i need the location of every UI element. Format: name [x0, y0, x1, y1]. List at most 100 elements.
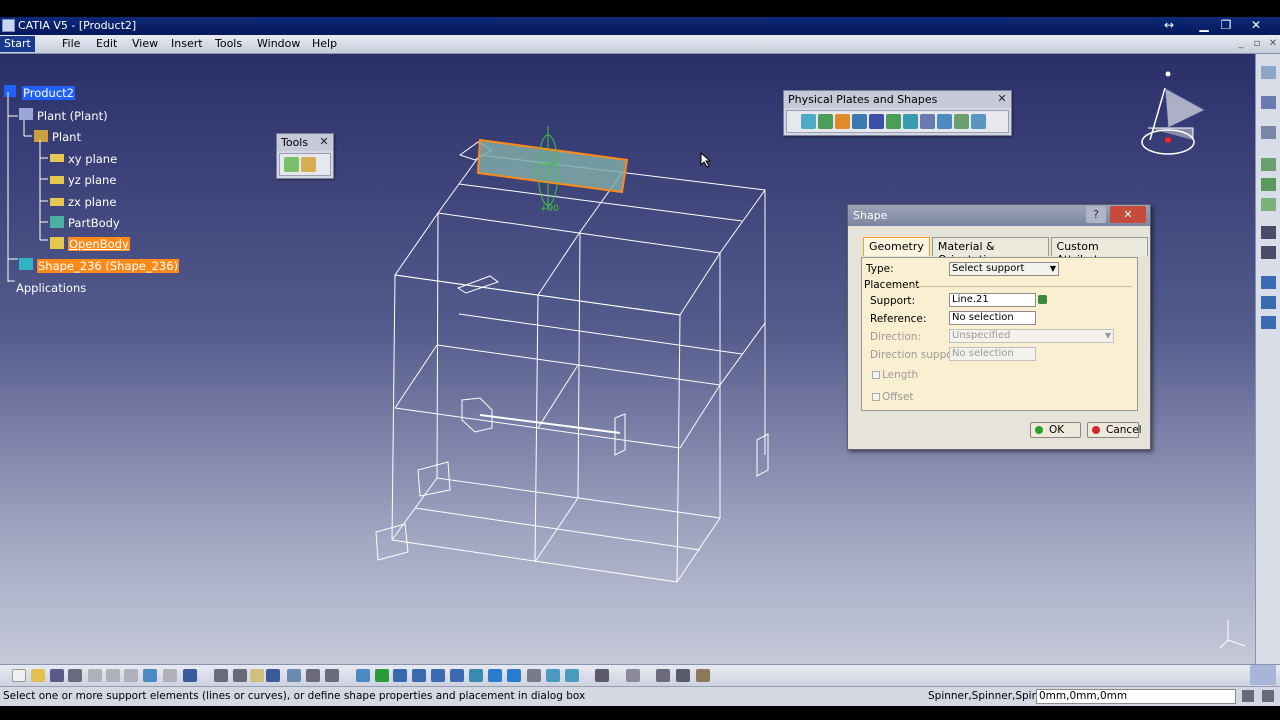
menu-edit[interactable]: Edit: [96, 37, 117, 50]
catia-app-icon[interactable]: [2, 19, 15, 32]
slot-icon[interactable]: [903, 114, 918, 129]
reference-field[interactable]: No selection: [949, 311, 1036, 325]
mirror-icon[interactable]: [954, 114, 969, 129]
doc-restore-button[interactable]: ▫: [1250, 37, 1264, 51]
physical-plates-toolbar-close-icon[interactable]: ✕: [996, 93, 1008, 105]
connect-icon[interactable]: [937, 114, 952, 129]
command-input[interactable]: 0mm,0mm,0mm: [1036, 689, 1236, 704]
whats-this-icon[interactable]: [183, 669, 197, 682]
knowledge-icon[interactable]: [250, 669, 264, 682]
clash-icon[interactable]: [306, 669, 320, 682]
transform-icon[interactable]: [971, 114, 986, 129]
command-options-icon[interactable]: [1242, 690, 1254, 702]
cut-icon[interactable]: [88, 669, 102, 682]
snap-tool-icon[interactable]: [301, 157, 316, 172]
open-folder-icon[interactable]: [31, 669, 45, 682]
doc-minimize-button[interactable]: _: [1234, 37, 1248, 51]
restore-arrows-icon[interactable]: ↔: [1160, 18, 1178, 33]
close-button[interactable]: ✕: [1247, 18, 1265, 33]
tab-custom-attributes[interactable]: Custom Attributes: [1050, 237, 1148, 266]
menu-insert[interactable]: Insert: [171, 37, 203, 50]
snapshot-icon[interactable]: [565, 669, 579, 682]
stiffener-icon[interactable]: [852, 114, 867, 129]
comment-icon[interactable]: [233, 669, 247, 682]
tools-toolbar-header[interactable]: Tools ✕: [277, 134, 333, 151]
doc-close-button[interactable]: ✕: [1266, 37, 1280, 51]
fly-mode-icon[interactable]: [356, 669, 370, 682]
point-tool-icon[interactable]: [1261, 198, 1276, 211]
cancel-button[interactable]: Cancel: [1087, 422, 1142, 438]
camera-icon[interactable]: [595, 669, 609, 682]
menu-view[interactable]: View: [132, 37, 158, 50]
support-field[interactable]: Line.21: [949, 293, 1036, 307]
swap-space-icon[interactable]: [546, 669, 560, 682]
grid-tool-icon[interactable]: [284, 157, 299, 172]
save-icon[interactable]: [50, 669, 64, 682]
menu-help[interactable]: Help: [312, 37, 337, 50]
analysis-icon[interactable]: [325, 669, 339, 682]
dialog-close-button[interactable]: ✕: [1110, 206, 1146, 223]
shape-dialog-titlebar[interactable]: Shape ? ✕: [848, 205, 1150, 226]
rotate-tool-icon[interactable]: [1261, 296, 1276, 309]
measure-icon[interactable]: [1261, 126, 1276, 139]
redo-icon[interactable]: [163, 669, 177, 682]
manipulate-icon[interactable]: [656, 669, 670, 682]
rotate-icon[interactable]: [412, 669, 426, 682]
help-button[interactable]: ?: [1086, 206, 1106, 223]
view-tool-icon[interactable]: [1261, 276, 1276, 289]
shape-beam-icon[interactable]: [835, 114, 850, 129]
menu-start[interactable]: Start: [0, 36, 35, 52]
maximize-button[interactable]: ❐: [1217, 18, 1235, 33]
wall-icon[interactable]: [818, 114, 833, 129]
command-history-icon[interactable]: [1262, 690, 1274, 702]
zoom-out-icon[interactable]: [450, 669, 464, 682]
tab-geometry[interactable]: Geometry: [863, 237, 930, 256]
plate-icon[interactable]: [801, 114, 816, 129]
line-tool-icon[interactable]: [1261, 178, 1276, 191]
table-icon[interactable]: [266, 669, 280, 682]
print-icon[interactable]: [68, 669, 82, 682]
weight-icon[interactable]: [696, 669, 710, 682]
new-file-icon[interactable]: [12, 669, 26, 682]
save-tool-icon[interactable]: [1261, 226, 1276, 239]
physical-plates-toolbar-header[interactable]: Physical Plates and Shapes ✕: [784, 91, 1011, 108]
tree-node-yz-plane[interactable]: yz plane: [68, 173, 116, 187]
pan-icon[interactable]: [393, 669, 407, 682]
select-arrow-icon[interactable]: [1261, 96, 1276, 109]
disk-tool-icon[interactable]: [1261, 246, 1276, 259]
menu-window[interactable]: Window: [257, 37, 300, 50]
physical-plates-toolbar[interactable]: Physical Plates and Shapes ✕: [783, 90, 1012, 136]
compass-tool-icon[interactable]: [676, 669, 690, 682]
catalog-icon[interactable]: [287, 669, 301, 682]
member-icon[interactable]: [869, 114, 884, 129]
tree-node-zx-plane[interactable]: zx plane: [68, 195, 116, 209]
zoom-in-icon[interactable]: [431, 669, 445, 682]
render-style-icon[interactable]: [507, 669, 521, 682]
minimize-button[interactable]: ▁: [1195, 18, 1213, 33]
formula-icon[interactable]: [214, 669, 228, 682]
tree-node-xy-plane[interactable]: xy plane: [68, 152, 117, 166]
undo-icon[interactable]: [143, 669, 157, 682]
ok-button[interactable]: OK: [1030, 422, 1081, 438]
tree-node-openbody[interactable]: OpenBody: [68, 237, 130, 251]
menu-file[interactable]: File: [62, 37, 80, 50]
tools-toolbar-close-icon[interactable]: ✕: [318, 136, 330, 148]
zoom-tool-icon[interactable]: [1261, 316, 1276, 329]
normal-view-icon[interactable]: [469, 669, 483, 682]
tree-node-partbody[interactable]: PartBody: [68, 216, 120, 230]
hide-show-icon[interactable]: [527, 669, 541, 682]
menu-tools[interactable]: Tools: [215, 37, 242, 50]
split-icon[interactable]: [920, 114, 935, 129]
type-select[interactable]: Select support ▼: [949, 262, 1059, 276]
paste-icon[interactable]: [124, 669, 138, 682]
tree-label-openbody[interactable]: OpenBody: [68, 237, 130, 251]
support-pick-icon[interactable]: [1038, 295, 1047, 304]
iso-view-icon[interactable]: [488, 669, 502, 682]
copy-icon[interactable]: [106, 669, 120, 682]
plane-tool-icon[interactable]: [1261, 158, 1276, 171]
sketch-icon[interactable]: [1261, 66, 1276, 79]
tab-material-orientation[interactable]: Material & Orientation: [931, 237, 1049, 266]
tools-toolbar[interactable]: Tools ✕: [276, 133, 334, 179]
endcut-icon[interactable]: [886, 114, 901, 129]
fit-all-icon[interactable]: [375, 669, 389, 682]
